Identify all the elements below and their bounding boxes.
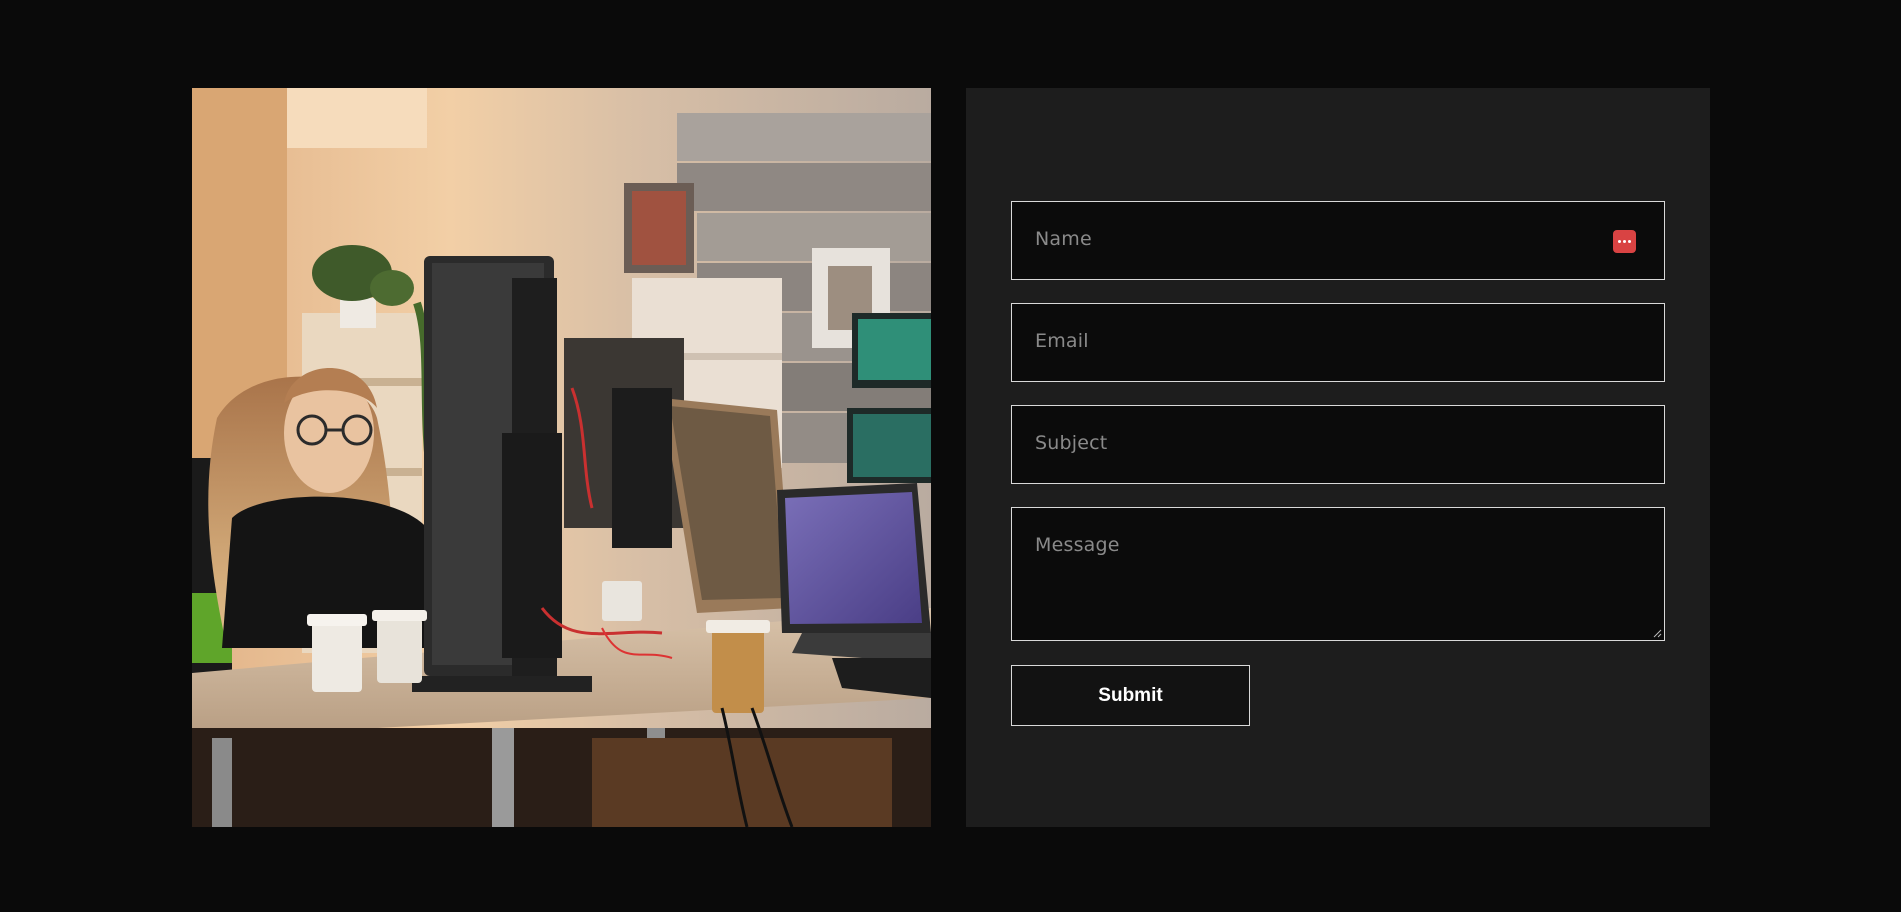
dot-icon (1623, 240, 1626, 243)
email-field[interactable]: Email (1011, 303, 1665, 382)
subject-placeholder: Subject (1035, 432, 1108, 454)
submit-button[interactable]: Submit (1011, 665, 1250, 726)
dot-icon (1628, 240, 1631, 243)
email-placeholder: Email (1035, 330, 1089, 352)
office-photo (192, 88, 931, 827)
dot-icon (1618, 240, 1621, 243)
name-field[interactable]: Name (1011, 201, 1665, 280)
resize-grip-icon[interactable] (1653, 629, 1662, 638)
name-placeholder: Name (1035, 228, 1092, 250)
message-placeholder: Message (1035, 534, 1120, 556)
contact-form: Name Email Subject Message Submit (966, 88, 1710, 827)
office-photo-illustration (192, 88, 931, 827)
password-manager-icon[interactable] (1613, 230, 1636, 253)
subject-field[interactable]: Subject (1011, 405, 1665, 484)
contact-section: Name Email Subject Message Submit (0, 0, 1901, 912)
message-textarea[interactable]: Message (1011, 507, 1665, 641)
